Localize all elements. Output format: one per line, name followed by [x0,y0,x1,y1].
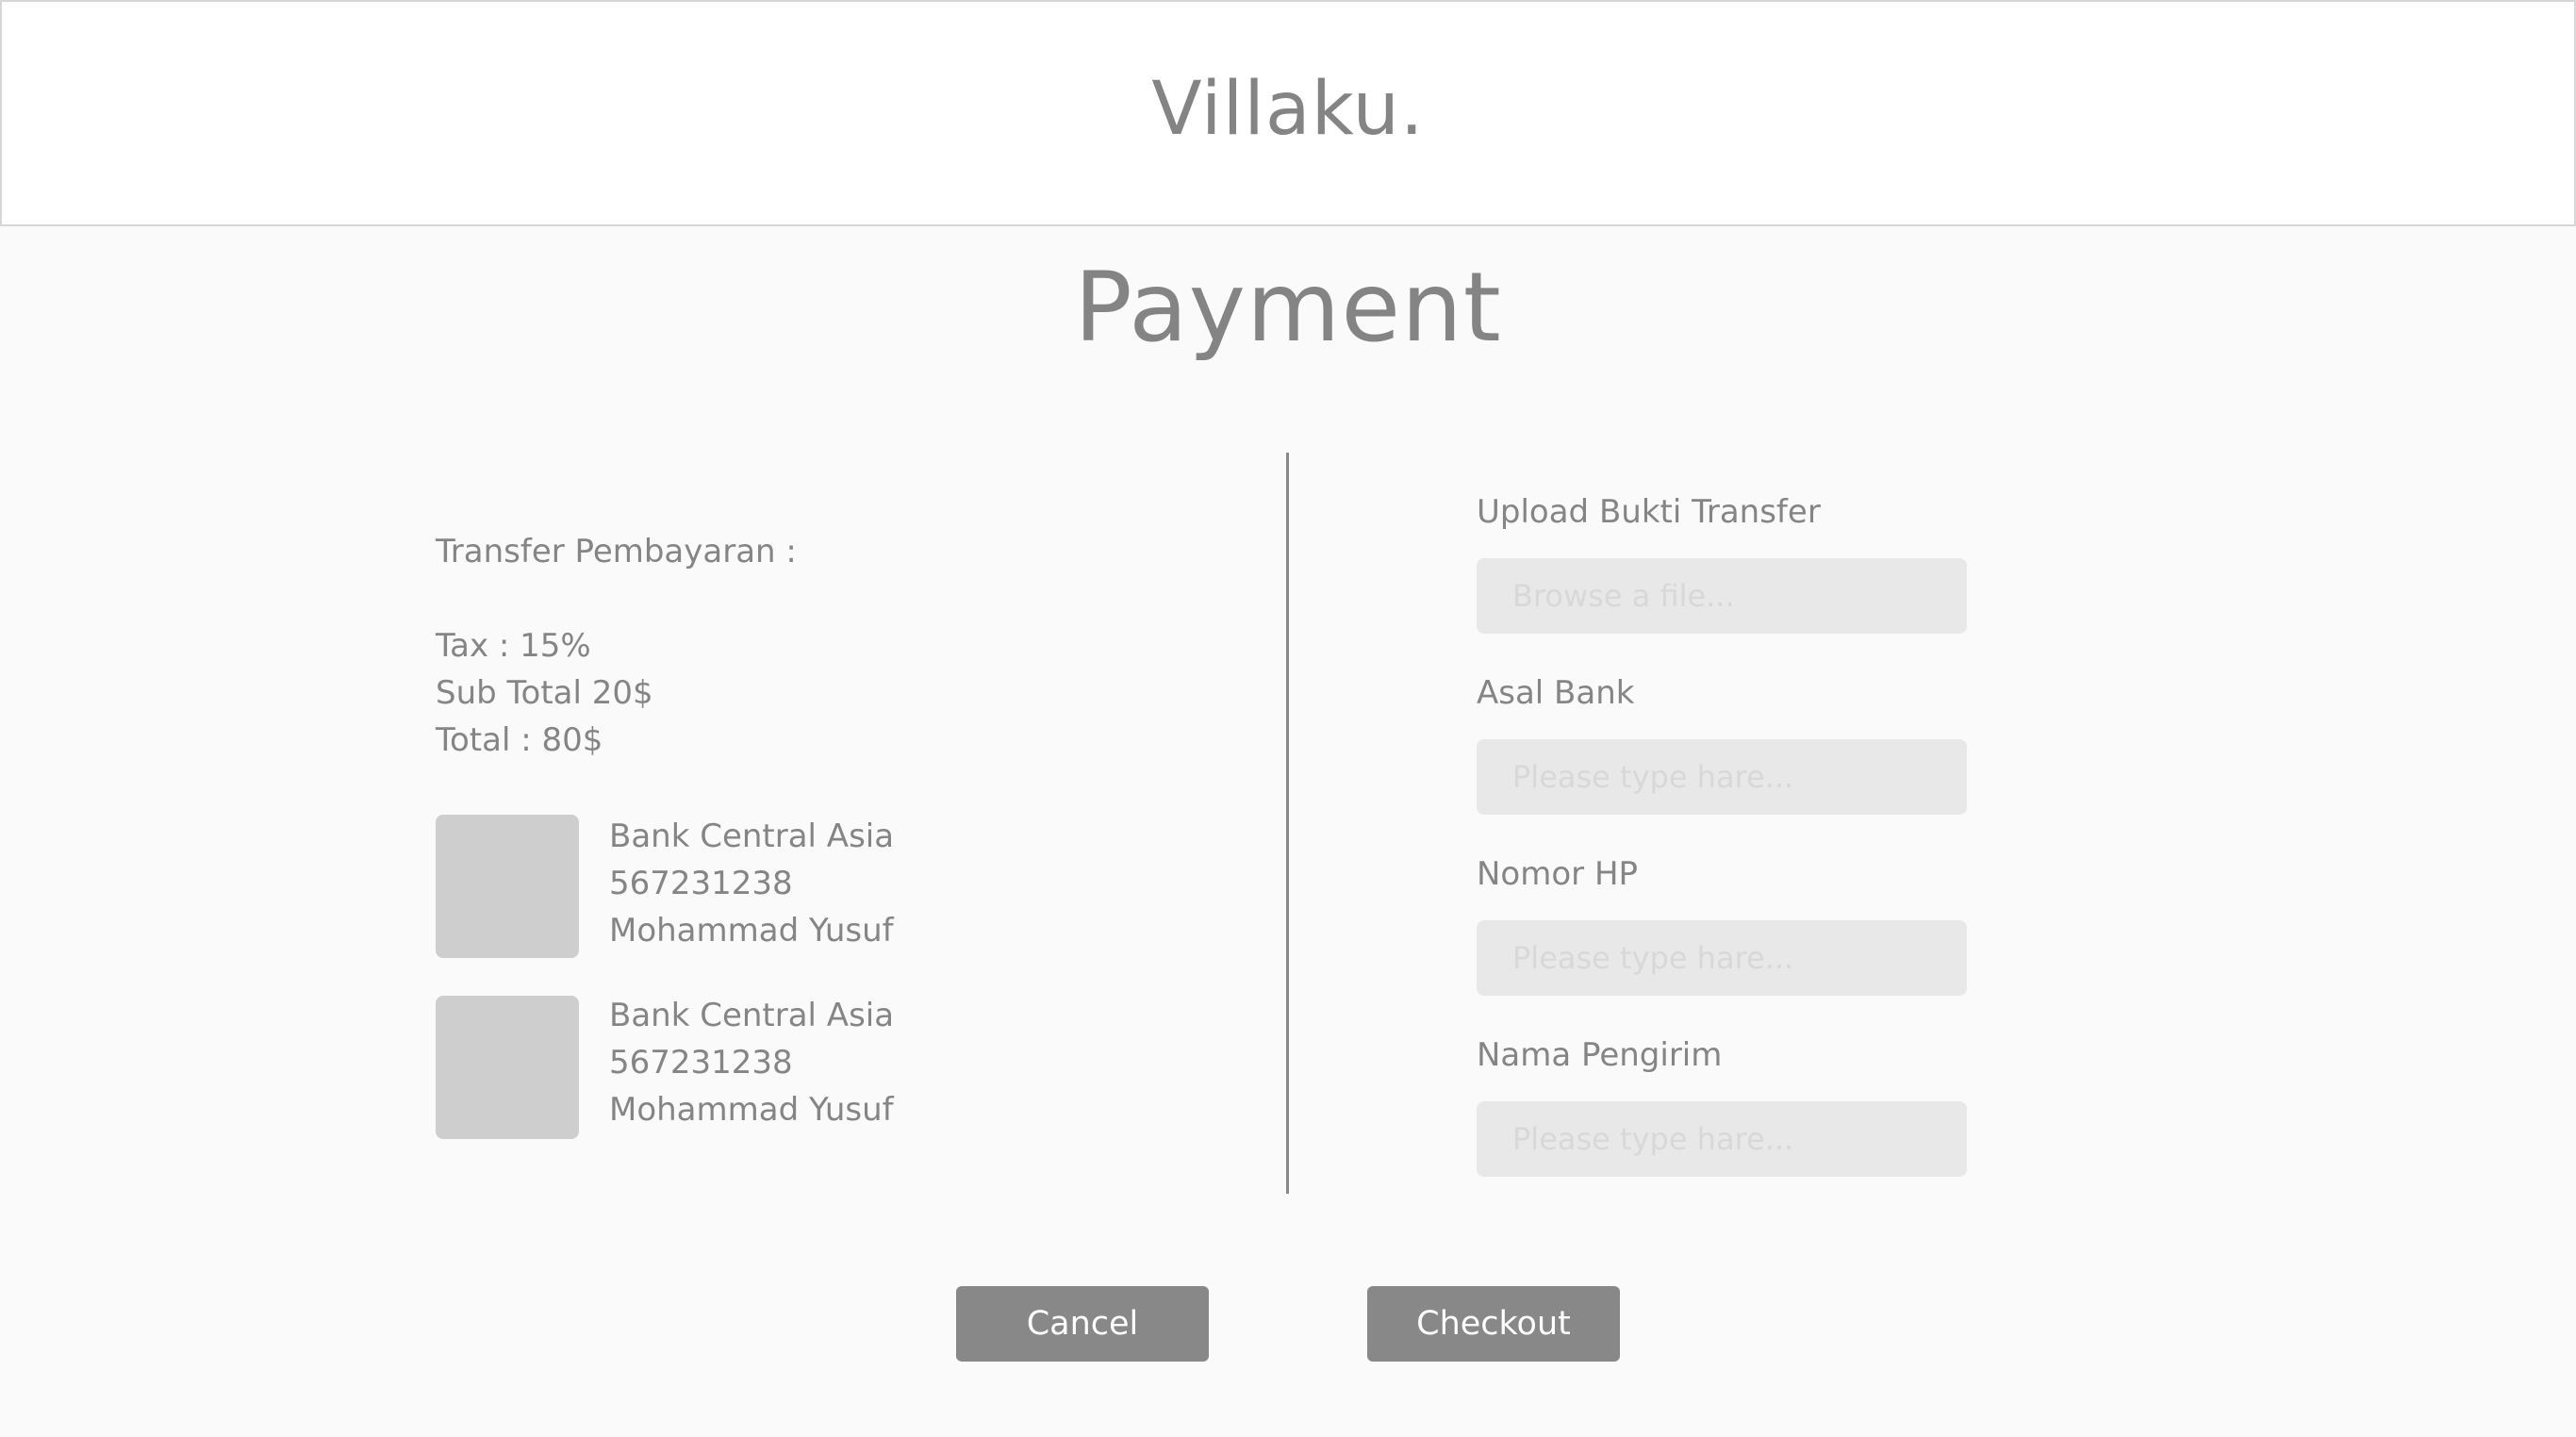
phone-input[interactable] [1477,920,1967,996]
cancel-button[interactable]: Cancel [956,1286,1209,1362]
page-title: Payment [1074,252,1502,364]
bank-account-number: 567231238 [609,1044,793,1082]
bank-origin-input[interactable] [1477,739,1967,815]
brand-logo-text[interactable]: Villaku. [1151,67,1424,152]
bank-account-number: 567231238 [609,865,793,902]
upload-label: Upload Bukti Transfer [1477,493,1821,531]
upload-file-input[interactable] [1477,558,1967,634]
bank-name: Bank Central Asia [609,818,895,855]
checkout-button[interactable]: Checkout [1367,1286,1620,1362]
bank-account-holder: Mohammad Yusuf [609,1091,894,1129]
sender-name-label: Nama Pengirim [1477,1036,1723,1074]
bank-logo-image [436,815,579,958]
bank-card-2: Bank Central Asia 567231238 Mohammad Yus… [609,992,894,1133]
total-text: Total : 80$ [436,721,603,759]
bank-account-holder: Mohammad Yusuf [609,912,894,950]
bank-name: Bank Central Asia [609,997,895,1034]
bank-origin-label: Asal Bank [1477,674,1635,712]
top-header: Villaku. [0,0,2576,226]
transfer-label: Transfer Pembayaran : [436,533,797,570]
sub-total-text: Sub Total 20$ [436,674,653,712]
column-divider [1286,453,1289,1194]
bank-logo-image [436,996,579,1139]
phone-label: Nomor HP [1477,855,1639,893]
bank-card-1: Bank Central Asia 567231238 Mohammad Yus… [609,813,894,954]
tax-text: Tax : 15% [436,627,591,665]
sender-name-input[interactable] [1477,1101,1967,1177]
